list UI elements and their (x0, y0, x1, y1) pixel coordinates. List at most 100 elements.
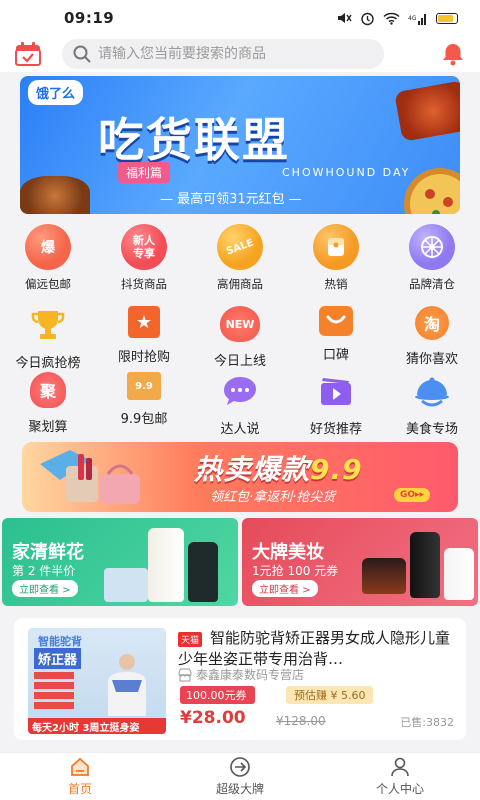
header (0, 36, 480, 72)
coupon-badge[interactable]: 100.00元券 (180, 686, 255, 704)
banner-food-image (20, 176, 90, 214)
sold-count: 已售:3832 (400, 716, 454, 729)
card-title: 家清鲜花 (12, 542, 84, 563)
shop-info[interactable]: 泰鑫康泰数码专营店 (178, 666, 304, 683)
person-icon (391, 757, 409, 777)
signal-icon: 4G (408, 13, 426, 25)
category-label: 高佣商品 (217, 277, 263, 291)
new-badge-icon: NEW (220, 306, 260, 342)
product-bottle-image (410, 532, 440, 598)
tab-super-brands[interactable]: 超级大牌 (160, 753, 320, 800)
search-icon (73, 45, 91, 63)
tab-home[interactable]: 首页 (0, 753, 160, 800)
food-cloche-icon (413, 372, 451, 410)
category-item-good-picks[interactable]: 好货推荐 (288, 372, 384, 437)
product-bottle-image (188, 542, 218, 602)
banner-tag: 福利篇 (118, 162, 171, 183)
category-item-high-commission[interactable]: SALE 高佣商品 (192, 224, 288, 292)
product-box-image (104, 568, 148, 602)
smile-icon (319, 306, 353, 336)
star-badge-icon: ★ (128, 306, 160, 338)
category-label: 限时抢购 (117, 350, 170, 365)
new-user-icon: 新人专享 (121, 224, 167, 270)
promo-number: 9.9 (310, 453, 363, 486)
tab-profile[interactable]: 个人中心 (320, 753, 480, 800)
alarm-icon (361, 12, 374, 25)
category-label: 9.9包邮 (120, 412, 168, 427)
banner-eleme[interactable]: 饿了么 吃货联盟 福利篇 CHOWHOUND DAY — 最高可领31元红包 — (20, 76, 460, 214)
status-icons: 4G (336, 11, 458, 26)
bell-icon[interactable] (440, 41, 466, 67)
card-subtitle: 第 2 件半价 (12, 564, 76, 578)
bottom-tab-bar: 首页 超级大牌 个人中心 (0, 752, 480, 800)
wheel-icon (409, 224, 455, 270)
product-thumbnail: 智能驼背 矫正器 每天2小时 3周立挺身姿 (28, 628, 166, 734)
video-play-icon (317, 372, 355, 410)
promo-title: 热卖爆款9.9 (194, 453, 363, 486)
category-item-guess-you-like[interactable]: 淘 猜你喜欢 (384, 306, 480, 371)
person-figure-image (108, 654, 146, 716)
banner-brand: 饿了么 (28, 80, 84, 105)
category-item-flash-sale[interactable]: ★ 限时抢购 (96, 306, 192, 371)
card-view-button[interactable]: 立即查看 > (12, 580, 78, 597)
mute-icon (338, 13, 352, 23)
arrow-circle-icon (230, 757, 250, 777)
category-row-1: 爆 偏远包邮 新人专享 抖货商品 SALE 高佣商品 热销 品牌清仓 (0, 224, 480, 292)
category-item-food-special[interactable]: 美食专场 (384, 372, 480, 437)
banner-subtitle: CHOWHOUND DAY (282, 166, 411, 179)
category-label: 口碑 (322, 348, 349, 363)
category-label: 抖货商品 (121, 277, 167, 291)
card-view-button[interactable]: 立即查看 > (252, 580, 318, 597)
card-brand-makeup[interactable]: 大牌美妆 1元抢 100 元券 立即查看 > (242, 518, 478, 606)
category-item-free-shipping[interactable]: 爆 偏远包邮 (0, 224, 96, 292)
battery-icon (436, 12, 458, 24)
card-home-flowers[interactable]: 家清鲜花 第 2 件半价 立即查看 > (2, 518, 238, 606)
card-subtitle: 1元抢 100 元券 (252, 564, 339, 578)
category-label: 品牌清仓 (409, 277, 455, 291)
chat-bubble-icon (221, 372, 259, 410)
sale-tag-icon: SALE (217, 224, 263, 270)
card-title: 大牌美妆 (252, 542, 324, 563)
shop-icon (178, 668, 192, 681)
promo-go-button[interactable]: GO▸▸ (394, 488, 431, 502)
category-item-expert-talk[interactable]: 达人说 (192, 372, 288, 437)
wifi-icon (383, 12, 400, 25)
category-item-9-9-shipping[interactable]: 9.9 9.9包邮 (96, 372, 192, 437)
taobao-icon: 淘 (415, 306, 449, 340)
thumb-title-2: 矫正器 (34, 648, 82, 669)
tab-label: 个人中心 (375, 782, 424, 796)
category-label: 偏远包邮 (25, 277, 71, 291)
category-item-douyin-goods[interactable]: 新人专享 抖货商品 (96, 224, 192, 292)
category-item-juhuasuan[interactable]: 聚 聚划算 (0, 372, 96, 437)
shop-name: 泰鑫康泰数码专营店 (196, 668, 305, 682)
earn-badge: 预估赚 ¥ 5.60 (286, 686, 374, 704)
battery-fill (438, 14, 454, 22)
svg-text:4G: 4G (408, 15, 417, 22)
box-icon: 9.9 (127, 372, 161, 400)
category-item-brand-clearance[interactable]: 品牌清仓 (384, 224, 480, 292)
category-item-hot-sale[interactable]: 热销 (288, 224, 384, 292)
shopping-bags-image (40, 450, 140, 504)
status-time: 09:19 (64, 9, 115, 27)
product-name: 智能防驼背矫正器男女成人隐形儿童少年坐姿正带专用治背… (178, 629, 451, 668)
red-envelope-icon (313, 224, 359, 270)
product-bottle-image (148, 528, 184, 602)
category-item-reputation[interactable]: 口碑 (288, 306, 384, 371)
trophy-icon (29, 306, 67, 344)
dual-promo-cards: 家清鲜花 第 2 件半价 立即查看 > 大牌美妆 1元抢 100 元券 立即查看… (2, 518, 478, 606)
banner-food-image (394, 80, 460, 142)
search-input[interactable] (98, 46, 368, 62)
thumb-bullet (34, 682, 74, 689)
home-icon (71, 757, 89, 776)
search-bar[interactable] (62, 39, 384, 69)
promo-banner-9-9[interactable]: 热卖爆款9.9 领红包·拿返利·抢尖货 GO▸▸ (22, 442, 458, 512)
pizza-image (404, 168, 460, 214)
category-label: 今日疯抢榜 (15, 356, 81, 371)
product-jar-image (362, 558, 406, 594)
product-card[interactable]: 智能驼背 矫正器 每天2小时 3周立挺身姿 天猫 智能防驼背矫正器男女成人隐形儿… (14, 618, 466, 740)
calendar-check-icon[interactable] (14, 41, 42, 67)
status-bar: 09:19 4G (0, 0, 480, 36)
category-item-daily-ranking[interactable]: 今日疯抢榜 (0, 306, 96, 371)
category-item-new-today[interactable]: NEW 今日上线 (192, 306, 288, 371)
promo-slogan: 领红包·拿返利·抢尖货 (210, 490, 336, 505)
